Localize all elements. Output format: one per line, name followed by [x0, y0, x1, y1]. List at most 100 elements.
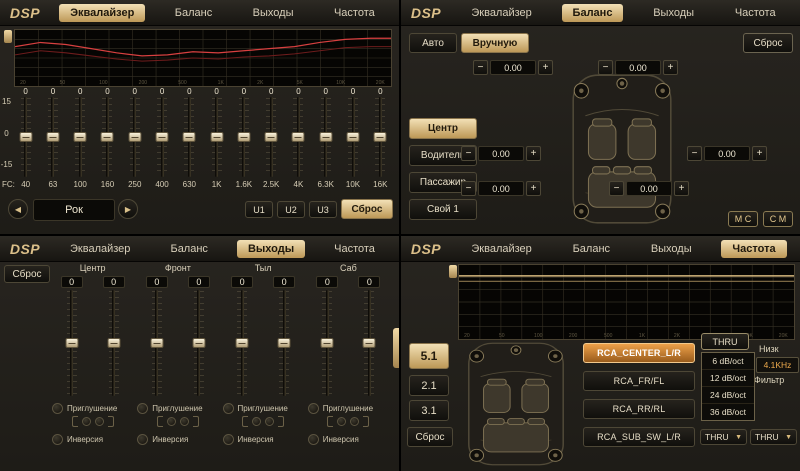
slope-selected-value[interactable]: THRU — [701, 333, 749, 350]
graph-drawer-handle[interactable] — [449, 265, 457, 278]
graph-drawer-handle[interactable] — [4, 30, 12, 43]
balance-auto-button[interactable]: Авто — [409, 33, 457, 53]
position-custom-button[interactable]: Свой 1 — [409, 199, 477, 220]
output-slider[interactable] — [150, 290, 164, 396]
slope-option[interactable]: 36 dB/oct — [702, 404, 754, 420]
eq-band-slider[interactable] — [182, 97, 196, 177]
decrease-button[interactable]: − — [461, 181, 476, 196]
slider-knob[interactable] — [278, 338, 291, 348]
rca-center-button[interactable]: RCA_CENTER_L/R — [583, 343, 695, 363]
mc-button[interactable]: M C — [728, 211, 758, 227]
tab-frequency[interactable]: Частота — [323, 4, 386, 22]
slider-knob[interactable] — [347, 132, 360, 142]
right-channel-slope-select[interactable]: THRU ▼ — [750, 429, 797, 445]
mute-checkbox[interactable] — [308, 403, 319, 414]
tab-outputs[interactable]: Выходы — [237, 240, 305, 258]
eq-band-slider[interactable] — [128, 97, 142, 177]
output-slider[interactable] — [192, 290, 206, 396]
slider-knob[interactable] — [363, 338, 376, 348]
mute-checkbox[interactable] — [137, 403, 148, 414]
tab-frequency[interactable]: Частота — [721, 240, 786, 258]
filter-frequency-value[interactable]: 4.1KHz — [756, 357, 799, 373]
slope-option[interactable]: 24 dB/oct — [702, 387, 754, 404]
balance-manual-button[interactable]: Вручную — [461, 33, 529, 53]
outputs-reset-button[interactable]: Сброс — [4, 265, 50, 283]
side-drawer-handle[interactable] — [393, 328, 399, 368]
eq-band-slider[interactable] — [155, 97, 169, 177]
invert-checkbox[interactable] — [308, 434, 319, 445]
slider-knob[interactable] — [74, 132, 87, 142]
slope-option[interactable]: 6 dB/oct — [702, 353, 754, 370]
eq-band-slider[interactable] — [100, 97, 114, 177]
slider-knob[interactable] — [107, 338, 120, 348]
left-channel-slope-select[interactable]: THRU ▼ — [700, 429, 747, 445]
output-slider[interactable] — [320, 290, 334, 396]
decrease-button[interactable]: − — [461, 146, 476, 161]
rca-sub-button[interactable]: RCA_SUB_SW_L/R — [583, 427, 695, 447]
config-2-1-button[interactable]: 2.1 — [409, 375, 449, 396]
tab-balance[interactable]: Баланс — [164, 4, 223, 22]
eq-band-slider[interactable] — [210, 97, 224, 177]
user-preset-3-button[interactable]: U3 — [309, 201, 337, 218]
increase-button[interactable]: + — [674, 181, 689, 196]
preset-next-button[interactable]: ▶ — [118, 199, 138, 219]
slider-knob[interactable] — [210, 132, 223, 142]
slope-option[interactable]: 12 dB/oct — [702, 370, 754, 387]
slider-knob[interactable] — [292, 132, 305, 142]
link-right-checkbox[interactable] — [95, 417, 104, 426]
mute-checkbox[interactable] — [52, 403, 63, 414]
balance-reset-button[interactable]: Сброс — [743, 33, 793, 53]
slider-knob[interactable] — [46, 132, 59, 142]
tab-outputs[interactable]: Выходы — [642, 4, 705, 22]
increase-button[interactable]: + — [538, 60, 553, 75]
rca-front-button[interactable]: RCA_FR/FL — [583, 371, 695, 391]
slider-knob[interactable] — [19, 132, 32, 142]
link-left-checkbox[interactable] — [82, 417, 91, 426]
increase-button[interactable]: + — [663, 60, 678, 75]
eq-band-slider[interactable] — [73, 97, 87, 177]
user-preset-2-button[interactable]: U2 — [277, 201, 305, 218]
tab-frequency[interactable]: Частота — [323, 240, 386, 258]
link-left-checkbox[interactable] — [167, 417, 176, 426]
frequency-reset-button[interactable]: Сброс — [407, 427, 453, 447]
link-right-checkbox[interactable] — [265, 417, 274, 426]
decrease-button[interactable]: − — [598, 60, 613, 75]
increase-button[interactable]: + — [526, 181, 541, 196]
preset-prev-button[interactable]: ◀ — [8, 199, 28, 219]
slider-knob[interactable] — [128, 132, 141, 142]
tab-equalizer[interactable]: Эквалайзер — [59, 240, 141, 258]
slider-knob[interactable] — [65, 338, 78, 348]
tab-outputs[interactable]: Выходы — [242, 4, 305, 22]
eq-band-slider[interactable] — [19, 97, 33, 177]
output-slider[interactable] — [107, 290, 121, 396]
invert-checkbox[interactable] — [137, 434, 148, 445]
tab-equalizer[interactable]: Эквалайзер — [59, 4, 145, 22]
tab-equalizer[interactable]: Эквалайзер — [460, 240, 542, 258]
slider-knob[interactable] — [150, 338, 163, 348]
slider-knob[interactable] — [156, 132, 169, 142]
tab-balance[interactable]: Баланс — [159, 240, 218, 258]
link-right-checkbox[interactable] — [350, 417, 359, 426]
invert-checkbox[interactable] — [52, 434, 63, 445]
link-left-checkbox[interactable] — [337, 417, 346, 426]
tab-balance[interactable]: Баланс — [562, 240, 621, 258]
rca-rear-button[interactable]: RCA_RR/RL — [583, 399, 695, 419]
slider-knob[interactable] — [265, 132, 278, 142]
link-right-checkbox[interactable] — [180, 417, 189, 426]
slider-knob[interactable] — [374, 132, 387, 142]
eq-band-slider[interactable] — [264, 97, 278, 177]
slider-knob[interactable] — [321, 338, 334, 348]
eq-reset-button[interactable]: Сброс — [341, 199, 393, 219]
cm-button[interactable]: C M — [763, 211, 793, 227]
eq-band-slider[interactable] — [46, 97, 60, 177]
config-5-1-button[interactable]: 5.1 — [409, 343, 449, 369]
mute-checkbox[interactable] — [223, 403, 234, 414]
output-slider[interactable] — [277, 290, 291, 396]
eq-band-slider[interactable] — [373, 97, 387, 177]
tab-frequency[interactable]: Частота — [724, 4, 787, 22]
eq-band-slider[interactable] — [346, 97, 360, 177]
eq-band-slider[interactable] — [319, 97, 333, 177]
slider-knob[interactable] — [237, 132, 250, 142]
decrease-button[interactable]: − — [609, 181, 624, 196]
user-preset-1-button[interactable]: U1 — [245, 201, 273, 218]
